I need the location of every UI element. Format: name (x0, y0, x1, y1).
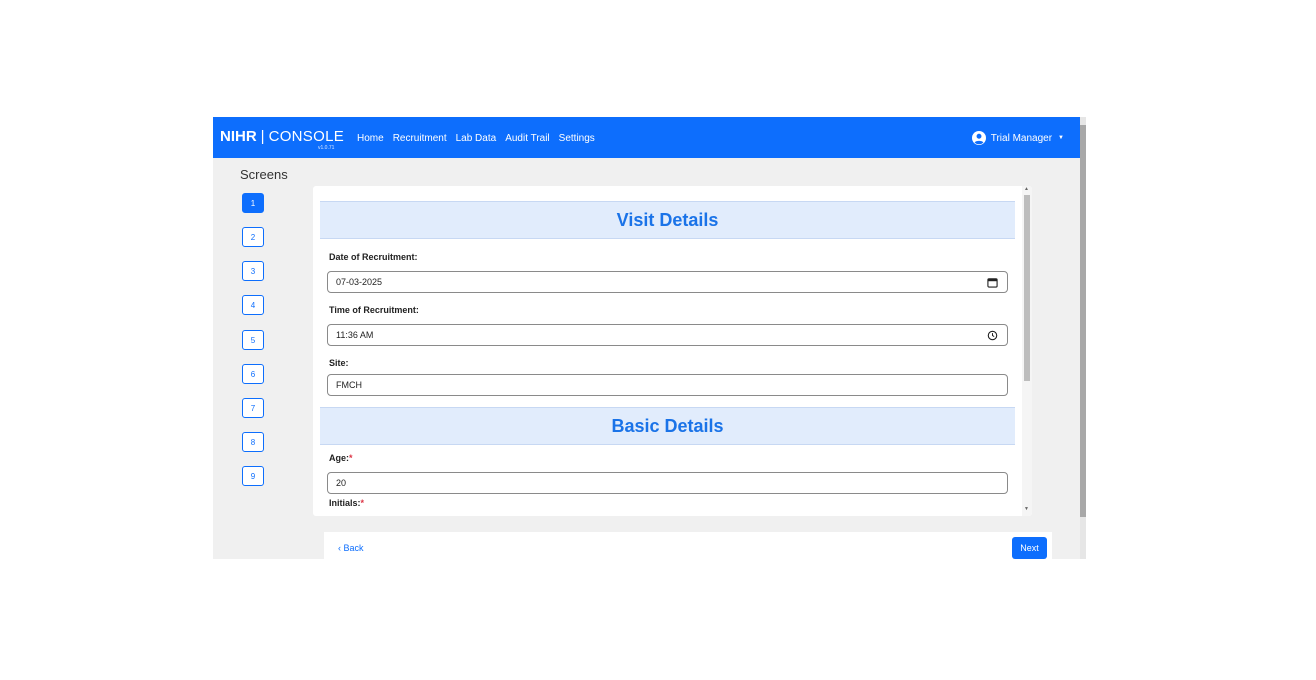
age-value: 20 (336, 478, 347, 488)
app-window: NIHR | CONSOLE v1.0.71 Home Recruitment La… (213, 117, 1086, 559)
nav-recruitment[interactable]: Recruitment (393, 133, 447, 144)
age-field[interactable]: 20 (327, 472, 1008, 494)
time-label: Time of Recruitment: (329, 305, 419, 315)
age-label: Age:* (329, 453, 353, 463)
page-scrollbar[interactable] (1080, 117, 1086, 559)
initials-label-text: Initials: (329, 498, 361, 508)
nav-lab-data[interactable]: Lab Data (456, 133, 497, 144)
user-name: Trial Manager (990, 132, 1053, 144)
version-label: v1.0.71 (318, 145, 335, 151)
user-circle-icon (971, 131, 986, 145)
brand-logo[interactable]: NIHR | CONSOLE (220, 128, 344, 145)
time-field[interactable]: 11:36 AM (327, 324, 1008, 346)
brand-separator: | (260, 128, 265, 145)
next-button[interactable]: Next (1012, 537, 1047, 559)
screen-button-7[interactable]: 7 (242, 398, 264, 418)
basic-details-heading: Basic Details (320, 407, 1015, 445)
screen-button-9[interactable]: 9 (242, 466, 264, 486)
scroll-up-icon[interactable]: ▲ (1024, 186, 1029, 192)
brand-bold: NIHR (220, 128, 257, 145)
clock-icon[interactable] (987, 330, 998, 341)
form-card: Visit Details Date of Recruitment: 07-03… (313, 186, 1032, 516)
age-label-text: Age: (329, 453, 349, 463)
page-scrollbar-thumb[interactable] (1080, 125, 1086, 517)
form-scrollbar-thumb[interactable] (1024, 195, 1030, 381)
user-menu[interactable]: Trial Manager ▼ (971, 131, 1064, 145)
screen-button-5[interactable]: 5 (242, 330, 264, 350)
brand-name: CONSOLE (268, 128, 345, 145)
navbar: NIHR | CONSOLE v1.0.71 Home Recruitment La… (213, 117, 1080, 158)
form-scrollbar[interactable]: ▲ ▼ (1022, 186, 1032, 516)
screen-button-6[interactable]: 6 (242, 364, 264, 384)
date-value: 07-03-2025 (336, 277, 383, 287)
nav-home[interactable]: Home (357, 133, 384, 144)
site-field[interactable]: FMCH (327, 374, 1008, 396)
main-nav: Home Recruitment Lab Data Audit Trail Se… (357, 133, 595, 144)
screen-button-1[interactable]: 1 (242, 193, 264, 213)
back-button[interactable]: ‹ Back (338, 543, 364, 553)
chevron-down-icon: ▼ (1058, 135, 1064, 141)
nav-settings[interactable]: Settings (559, 133, 595, 144)
screen-button-8[interactable]: 8 (242, 432, 264, 452)
screen-button-3[interactable]: 3 (242, 261, 264, 281)
screen-button-4[interactable]: 4 (242, 295, 264, 315)
initials-label: Initials:* (329, 498, 364, 508)
calendar-icon[interactable] (987, 277, 998, 288)
scroll-down-icon[interactable]: ▼ (1024, 506, 1029, 512)
initials-required-marker: * (360, 498, 365, 508)
form-footer: ‹ Back Next (324, 532, 1052, 559)
date-label: Date of Recruitment: (329, 252, 418, 262)
site-value: FMCH (336, 380, 362, 390)
date-field[interactable]: 07-03-2025 (327, 271, 1008, 293)
nav-audit-trail[interactable]: Audit Trail (505, 133, 549, 144)
back-label: Back (343, 543, 364, 553)
screens-title: Screens (240, 167, 288, 182)
time-value: 11:36 AM (336, 330, 374, 340)
site-label: Site: (329, 358, 349, 368)
age-required-marker: * (349, 453, 353, 463)
screen-button-2[interactable]: 2 (242, 227, 264, 247)
visit-details-heading: Visit Details (320, 201, 1015, 239)
